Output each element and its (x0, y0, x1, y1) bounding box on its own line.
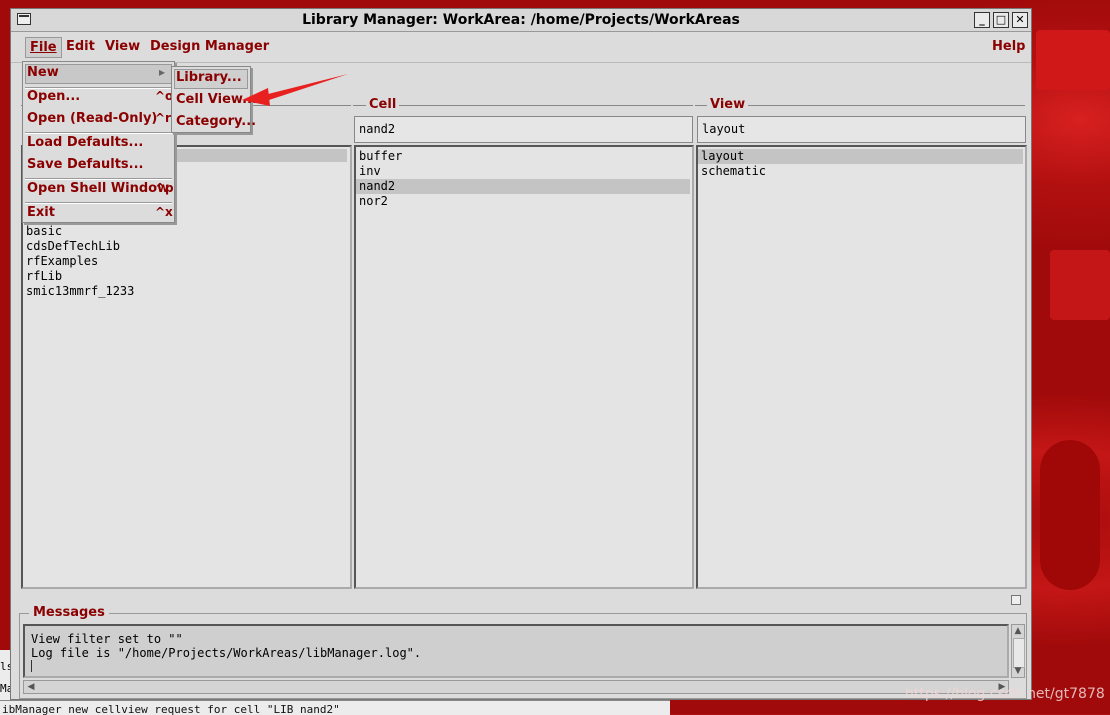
background-terminal: ibManager new cellview request for cell … (0, 700, 670, 715)
text-cursor (31, 660, 33, 672)
library-list-item[interactable]: rfExamples (23, 254, 343, 269)
submenu-arrow-icon: ▸ (159, 65, 166, 79)
file-menu-open-readonly[interactable]: Open (Read-Only) (27, 111, 157, 126)
cell-list-item[interactable]: nand2 (356, 179, 690, 194)
file-menu-save-defaults[interactable]: Save Defaults... (27, 157, 143, 172)
file-menu-load-defaults[interactable]: Load Defaults... (27, 135, 143, 150)
messages-horizontal-scrollbar[interactable]: ◀ ▶ (23, 680, 1009, 694)
library-list-items: basic cdsDefTechLib rfExamples rfLib smic13m… (23, 224, 343, 299)
window-title: Library Manager: WorkArea: /home/Project… (302, 12, 740, 28)
menu-design-manager[interactable]: Design Manager (150, 39, 269, 54)
cell-list-items: buffer inv nand2 nor2 (356, 149, 690, 209)
terminal-line: ibManager new cellview request for cell … (2, 703, 340, 715)
menu-view[interactable]: View (105, 39, 140, 54)
file-menu-open[interactable]: Open... (27, 89, 80, 104)
messages-title: Messages (29, 605, 109, 620)
library-list-item[interactable]: rfLib (23, 269, 343, 284)
library-list-item[interactable]: cdsDefTechLib (23, 239, 343, 254)
close-button[interactable]: ✕ (1012, 12, 1028, 28)
file-menu-open-shell-shortcut: ^p (155, 181, 174, 195)
new-submenu: Library... Cell View... Category... (171, 66, 257, 133)
cell-list-item[interactable]: nor2 (356, 194, 690, 209)
library-selected-row (173, 149, 347, 162)
view-list-item[interactable]: schematic (698, 164, 1023, 179)
menu-file[interactable]: File (25, 37, 62, 58)
menu-file-label: File (30, 40, 57, 55)
view-list-item[interactable]: layout (698, 149, 1023, 164)
cell-list-item[interactable]: inv (356, 164, 690, 179)
cell-list-item[interactable]: buffer (356, 149, 690, 164)
message-line: Log file is "/home/Projects/WorkAreas/li… (31, 646, 422, 660)
view-list-items: layout schematic (698, 149, 1023, 179)
file-menu-dropdown: New ▸ Open... ^o Open (Read-Only) ^r Loa… (22, 61, 175, 223)
menu-separator (25, 202, 172, 204)
file-menu-exit-shortcut: ^x (155, 205, 173, 219)
submenu-library[interactable]: Library... (176, 70, 242, 85)
cell-column-label: Cell (366, 97, 400, 112)
annotation-arrow-head (242, 88, 270, 106)
scroll-left-icon[interactable]: ◀ (25, 681, 37, 693)
scroll-thumb[interactable] (1013, 638, 1025, 668)
view-list[interactable]: layout schematic (696, 145, 1027, 589)
watermark: https://blog.csdn.net/gt7878 (905, 686, 1105, 702)
menu-help[interactable]: Help (992, 39, 1025, 54)
view-column-label: View (707, 97, 749, 112)
menu-separator (25, 178, 172, 180)
menu-bar: File Edit View Design Manager Help (11, 32, 1031, 63)
scroll-up-icon[interactable]: ▲ (1012, 625, 1024, 637)
annotation-arrow-icon (242, 74, 348, 106)
desktop-decoration (1036, 30, 1110, 90)
menu-separator (25, 132, 172, 134)
view-filter-input[interactable]: layout (697, 116, 1026, 143)
menu-edit[interactable]: Edit (66, 39, 95, 54)
cell-list[interactable]: buffer inv nand2 nor2 (354, 145, 694, 589)
scroll-down-icon[interactable]: ▼ (1012, 665, 1024, 677)
pane-sash-handle[interactable] (1011, 595, 1021, 605)
file-menu-open-readonly-shortcut: ^r (155, 111, 171, 125)
message-line: View filter set to "" (31, 632, 183, 646)
library-list-item[interactable]: basic (23, 224, 343, 239)
title-bar[interactable]: Library Manager: WorkArea: /home/Project… (11, 9, 1031, 32)
annotation-arrow-shaft (264, 74, 348, 101)
file-menu-exit[interactable]: Exit (27, 205, 55, 220)
cell-column-groove (353, 105, 693, 106)
file-menu-new-label: New (27, 65, 59, 80)
submenu-category[interactable]: Category... (176, 114, 256, 129)
desktop-decoration (1040, 440, 1100, 590)
maximize-button[interactable]: □ (993, 12, 1009, 28)
minimize-button[interactable]: _ (974, 12, 990, 28)
messages-log[interactable]: View filter set to "" Log file is "/home… (23, 624, 1009, 678)
file-menu-open-shell-window[interactable]: Open Shell Window (27, 181, 169, 196)
desktop-decoration (1050, 250, 1110, 320)
library-list-item[interactable]: smic13mmrf_1233 (23, 284, 343, 299)
cell-filter-input[interactable]: nand2 (354, 116, 693, 143)
messages-vertical-scrollbar[interactable]: ▲ ▼ (1011, 624, 1025, 678)
